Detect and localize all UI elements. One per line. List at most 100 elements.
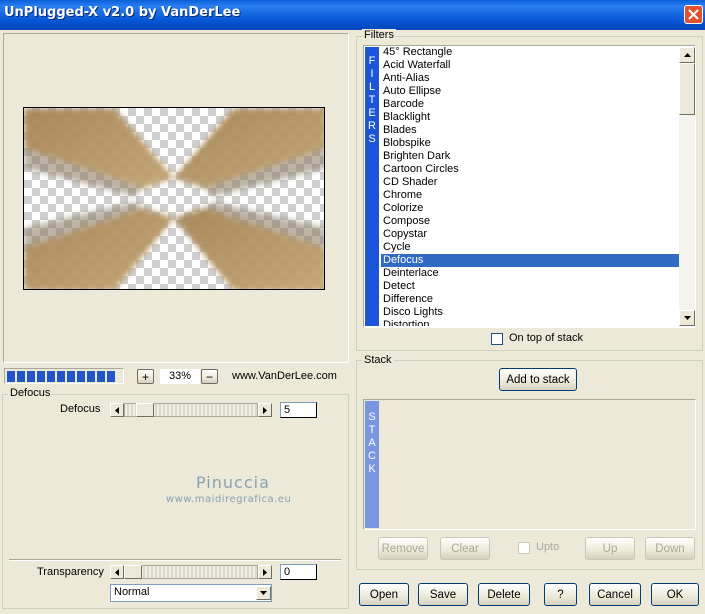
filter-list-item[interactable]: Defocus bbox=[381, 254, 679, 267]
filters-strip-letter: L bbox=[368, 81, 376, 93]
filters-group-label: Filters bbox=[362, 29, 396, 41]
zoom-in-button[interactable]: + bbox=[137, 369, 154, 384]
filter-list-item[interactable]: CD Shader bbox=[381, 176, 679, 189]
filters-strip-letter: I bbox=[370, 68, 374, 80]
filters-strip-letter: S bbox=[368, 133, 376, 145]
add-to-stack-button[interactable]: Add to stack bbox=[499, 368, 577, 391]
filters-scrollbar[interactable] bbox=[679, 47, 695, 326]
filter-list-item[interactable]: Blades bbox=[381, 124, 679, 137]
defocus-label: Defocus bbox=[60, 403, 101, 415]
website-link[interactable]: www.VanDerLee.com bbox=[232, 370, 337, 382]
watermark-url: www.maidiregrafica.eu bbox=[166, 494, 292, 505]
arrow-right-icon bbox=[263, 406, 267, 414]
stack-strip-letter: K bbox=[368, 463, 376, 475]
chevron-down-icon bbox=[260, 591, 267, 595]
filter-items[interactable]: 45° Rectangle Acid Waterfall Anti-Alias Aut… bbox=[381, 46, 679, 326]
zoom-value: 33% bbox=[160, 369, 200, 384]
filter-list-item[interactable]: Difference bbox=[381, 293, 679, 306]
upto-checkbox[interactable] bbox=[518, 542, 530, 554]
filters-strip-letter: E bbox=[368, 107, 376, 119]
save-button[interactable]: Save bbox=[418, 583, 468, 606]
down-button[interactable]: Down bbox=[645, 537, 695, 560]
filter-list-item[interactable]: Cycle bbox=[381, 241, 679, 254]
filter-list-item[interactable]: Cartoon Circles bbox=[381, 163, 679, 176]
ok-button[interactable]: OK bbox=[651, 583, 699, 606]
progress-segment bbox=[107, 371, 115, 382]
filter-list-item[interactable]: Disco Lights bbox=[381, 306, 679, 319]
stack-list[interactable] bbox=[363, 399, 696, 530]
zoom-out-button[interactable]: − bbox=[201, 369, 218, 384]
filters-strip-letter: T bbox=[368, 94, 376, 106]
arrow-up-icon bbox=[683, 53, 691, 57]
filters-strip-letter: F bbox=[368, 55, 376, 67]
preview-image[interactable] bbox=[23, 107, 325, 290]
stack-strip-letter: T bbox=[368, 424, 376, 436]
filter-list-item[interactable]: Distortion bbox=[381, 319, 679, 326]
filter-list-item[interactable]: Copystar bbox=[381, 228, 679, 241]
arrow-left-icon bbox=[115, 406, 119, 414]
stack-strip-letter: S bbox=[368, 411, 376, 423]
filter-list-item[interactable]: Auto Ellipse bbox=[381, 85, 679, 98]
transparency-slider-thumb[interactable] bbox=[124, 565, 142, 579]
progress-segment bbox=[67, 371, 75, 382]
transparency-decrease-button[interactable] bbox=[110, 565, 124, 579]
filter-list-item[interactable]: Colorize bbox=[381, 202, 679, 215]
filter-list-item[interactable]: Barcode bbox=[381, 98, 679, 111]
on-top-checkbox[interactable] bbox=[491, 333, 503, 345]
defocus-decrease-button[interactable] bbox=[110, 403, 124, 417]
defocus-increase-button[interactable] bbox=[258, 403, 272, 417]
stack-strip-letter: C bbox=[368, 450, 376, 462]
filter-list-item[interactable]: Compose bbox=[381, 215, 679, 228]
defocus-group-label: Defocus bbox=[8, 387, 53, 399]
filter-list-item[interactable]: Acid Waterfall bbox=[381, 59, 679, 72]
divider bbox=[9, 559, 341, 561]
filter-list-item[interactable]: Chrome bbox=[381, 189, 679, 202]
open-button[interactable]: Open bbox=[359, 583, 409, 606]
stack-strip-letter: A bbox=[368, 437, 376, 449]
progress-segment bbox=[27, 371, 35, 382]
blend-mode-select[interactable]: Normal bbox=[110, 584, 272, 602]
filter-list-item[interactable]: Detect bbox=[381, 280, 679, 293]
filter-list-item[interactable]: Anti-Alias bbox=[381, 72, 679, 85]
progress-segment bbox=[97, 371, 105, 382]
arrow-right-icon bbox=[263, 568, 267, 576]
transparency-label: Transparency bbox=[37, 566, 104, 578]
arrow-left-icon bbox=[115, 568, 119, 576]
defocus-slider-thumb[interactable] bbox=[136, 403, 154, 417]
up-button[interactable]: Up bbox=[585, 537, 635, 560]
stack-strip: STACK bbox=[365, 401, 379, 528]
progress-segment bbox=[87, 371, 95, 382]
dropdown-button[interactable] bbox=[256, 586, 271, 600]
remove-button[interactable]: Remove bbox=[378, 537, 428, 560]
transparency-increase-button[interactable] bbox=[258, 565, 272, 579]
preview-artwork bbox=[24, 108, 324, 289]
watermark-title: Pinuccia bbox=[196, 473, 270, 492]
progress-segment bbox=[17, 371, 25, 382]
filter-list-item[interactable]: Brighten Dark bbox=[381, 150, 679, 163]
scroll-up-button[interactable] bbox=[679, 47, 695, 63]
transparency-slider[interactable] bbox=[124, 565, 258, 579]
window-title: UnPlugged-X v2.0 by VanDerLee bbox=[4, 5, 241, 20]
filters-strip: FILTERS bbox=[365, 47, 379, 326]
stack-group-label: Stack bbox=[362, 354, 394, 366]
clear-button[interactable]: Clear bbox=[440, 537, 490, 560]
progress-segment bbox=[7, 371, 15, 382]
transparency-value-input[interactable]: 0 bbox=[280, 564, 317, 580]
delete-button[interactable]: Delete bbox=[478, 583, 530, 606]
arrow-down-icon bbox=[683, 316, 691, 320]
filter-list-item[interactable]: 45° Rectangle bbox=[381, 46, 679, 59]
upto-label: Upto bbox=[536, 541, 560, 553]
progress-segment bbox=[47, 371, 55, 382]
defocus-value-input[interactable]: 5 bbox=[280, 402, 317, 418]
cancel-button[interactable]: Cancel bbox=[589, 583, 641, 606]
scroll-thumb[interactable] bbox=[679, 63, 695, 115]
scroll-down-button[interactable] bbox=[679, 310, 695, 326]
close-button[interactable] bbox=[684, 5, 703, 24]
filter-list-item[interactable]: Deinterlace bbox=[381, 267, 679, 280]
blend-mode-value: Normal bbox=[114, 586, 150, 598]
help-button[interactable]: ? bbox=[544, 583, 577, 606]
on-top-label: On top of stack bbox=[509, 332, 583, 344]
filter-list-item[interactable]: Blacklight bbox=[381, 111, 679, 124]
progress-segment bbox=[57, 371, 65, 382]
filter-list-item[interactable]: Blobspike bbox=[381, 137, 679, 150]
